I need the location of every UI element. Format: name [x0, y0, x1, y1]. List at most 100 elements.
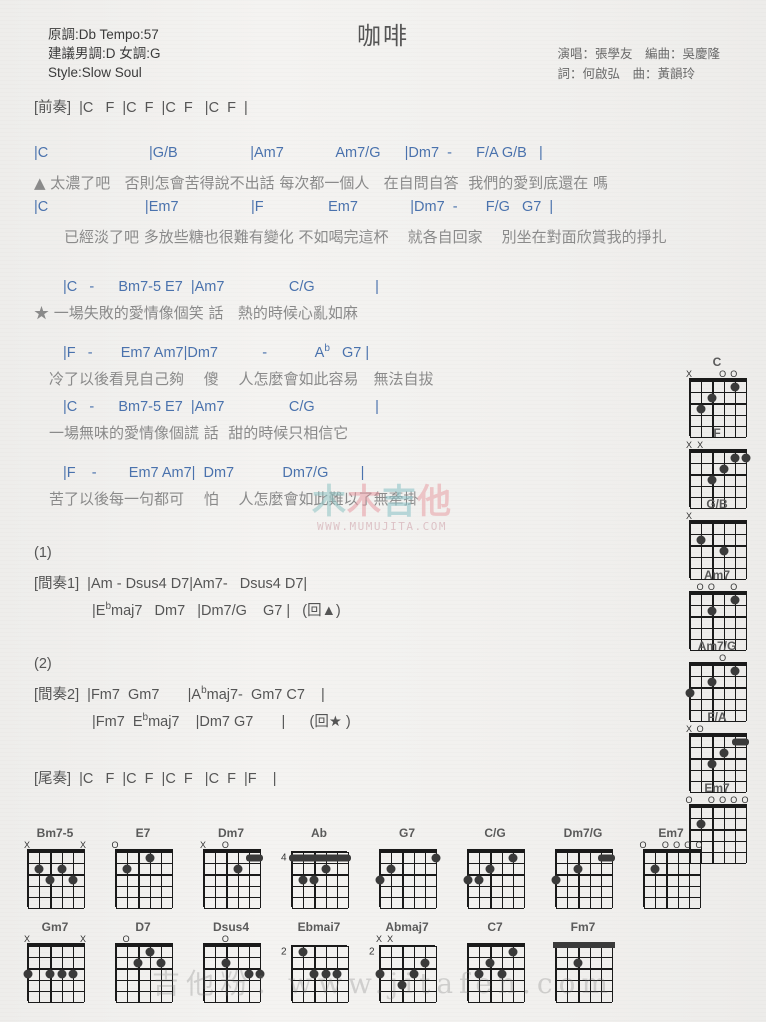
- chord-diagram: Bm7-5 X X: [18, 826, 92, 910]
- finger-dot: [375, 875, 385, 885]
- chord-diagram: G7: [370, 826, 444, 910]
- section-line: |Fm7 Ebmaj7 |Dm7 G7 | (回★ ): [34, 712, 351, 730]
- nut: [689, 591, 747, 595]
- nut: [203, 943, 261, 947]
- finger-dot: [730, 382, 740, 392]
- barre-marker: [731, 738, 749, 746]
- nut: [689, 662, 747, 666]
- barre-marker: [245, 854, 263, 862]
- muted-string-icon: X: [387, 934, 394, 944]
- fretboard-grid: [27, 849, 86, 910]
- barre-marker: [289, 854, 351, 862]
- chord-diagram-name: Gm7: [41, 920, 69, 934]
- section-line: [間奏2] |Fm7 Gm7 |Abmaj7- Gm7 C7 |: [34, 685, 325, 703]
- chord-diagram: Dm7 X O: [194, 826, 268, 910]
- chord-diagram-name: Ebmai7: [297, 920, 341, 934]
- finger-dot: [650, 864, 660, 874]
- chord-diagram: Am7 O O O: [680, 568, 754, 652]
- finger-dot: [485, 864, 495, 874]
- finger-dot: [707, 759, 717, 769]
- chord-diagram-name: Fm7: [570, 920, 596, 934]
- lyric-line: ▲ 太濃了吧 否則怎會苦得說不出話 每次都一個人 在自問自答 我們的愛到底還在 …: [34, 174, 608, 192]
- nut: [689, 804, 747, 808]
- barre-marker: [553, 942, 615, 948]
- nut: [689, 733, 747, 737]
- section-line: [尾奏] |C F |C F |C F |C F |F |: [34, 771, 277, 787]
- finger-dot: [474, 875, 484, 885]
- finger-dot: [696, 535, 706, 545]
- chord-sheet-page: 原調:Db Tempo:57 建議男調:D 女調:G Style:Slow So…: [0, 0, 766, 1022]
- finger-dot: [386, 864, 396, 874]
- string-markers: [291, 934, 347, 945]
- chord-diagram-name: F: [713, 426, 721, 440]
- finger-dot: [309, 969, 319, 979]
- section-line: (2): [34, 656, 52, 672]
- lyric-line: 苦了以後每一句都可 怕 人怎麼會如此難以了無牽掛: [34, 490, 419, 508]
- finger-dot: [45, 875, 55, 885]
- chord-diagram: FXX: [680, 426, 754, 510]
- fret-position-number: 2: [281, 946, 287, 958]
- chord-diagram-name: D7: [135, 920, 151, 934]
- finger-dot: [255, 969, 265, 979]
- chord-diagram-name: G/B: [706, 497, 728, 511]
- finger-dot: [707, 606, 717, 616]
- section-line: [間奏1] |Am - Dsus4 D7|Am7- Dsus4 D7|: [34, 576, 308, 592]
- chord-diagram: Ebmai7 2: [281, 920, 356, 1004]
- fretboard-grid: 2: [281, 945, 350, 1004]
- finger-dot: [309, 875, 319, 885]
- chord-diagram-name: Dm7/G: [563, 826, 603, 840]
- string-markers: [291, 840, 347, 851]
- finger-dot: [696, 404, 706, 414]
- finger-dot: [244, 969, 254, 979]
- finger-dot: [221, 958, 231, 968]
- fretboard-grid: [115, 849, 174, 910]
- finger-dot: [57, 969, 67, 979]
- chord-diagram: Dm7/G: [546, 826, 620, 910]
- nut: [27, 849, 85, 853]
- finger-dot: [741, 453, 751, 463]
- finger-dot: [133, 958, 143, 968]
- finger-dot: [685, 688, 695, 698]
- chord-diagram-name: C7: [487, 920, 503, 934]
- finger-dot: [420, 958, 430, 968]
- fretboard-grid: [203, 943, 265, 1004]
- nut: [689, 520, 747, 524]
- credit-performer-arranger: 演唱：張學友 編曲：吳慶隆: [557, 47, 720, 61]
- chord-diagram-name: Em7: [658, 826, 684, 840]
- finger-dot: [34, 864, 44, 874]
- chord-diagram: Gm7 X X: [18, 920, 92, 1004]
- finger-dot: [45, 969, 55, 979]
- fretboard-grid: [115, 943, 174, 1004]
- barre-marker: [597, 854, 615, 862]
- chord-diagram-name: F/A: [707, 710, 727, 724]
- chord-diagram-name: G7: [398, 826, 415, 840]
- nut: [467, 849, 525, 853]
- chord-line: |F - Em7 Am7| Dm7 Dm7/G |: [34, 465, 365, 481]
- nut: [467, 943, 525, 947]
- chord-diagram-name: C: [712, 355, 722, 369]
- finger-dot: [321, 864, 331, 874]
- nut: [555, 849, 613, 853]
- chord-line: |C - Bm7-5 E7 |Am7 C/G |: [34, 399, 379, 415]
- finger-dot: [719, 464, 729, 474]
- fretboard-grid: [467, 943, 526, 1004]
- finger-dot: [145, 853, 155, 863]
- chord-diagram-name: Dsus4: [212, 920, 250, 934]
- fretboard-grid: [203, 849, 263, 910]
- chord-diagram-name: Em7: [704, 781, 730, 795]
- lyric-line: ★ 一場失敗的愛情像個笑 話 熱的時候心亂如麻: [34, 304, 358, 322]
- chord-diagram: G/B X: [680, 497, 754, 581]
- finger-dot: [719, 546, 729, 556]
- chord-diagram: CXOO: [680, 355, 754, 439]
- chord-diagram: Dsus4 O: [194, 920, 268, 1004]
- nut: [643, 849, 701, 853]
- nut: [115, 849, 173, 853]
- finger-dot: [298, 947, 308, 957]
- chord-diagram: Am7/G O: [680, 639, 754, 723]
- chord-diagram: C7: [458, 920, 532, 1004]
- nut: [689, 378, 747, 382]
- fretboard-grid: 4: [281, 851, 351, 910]
- finger-dot: [321, 969, 331, 979]
- fret-position-number: 4: [281, 852, 287, 864]
- finger-dot: [23, 969, 33, 979]
